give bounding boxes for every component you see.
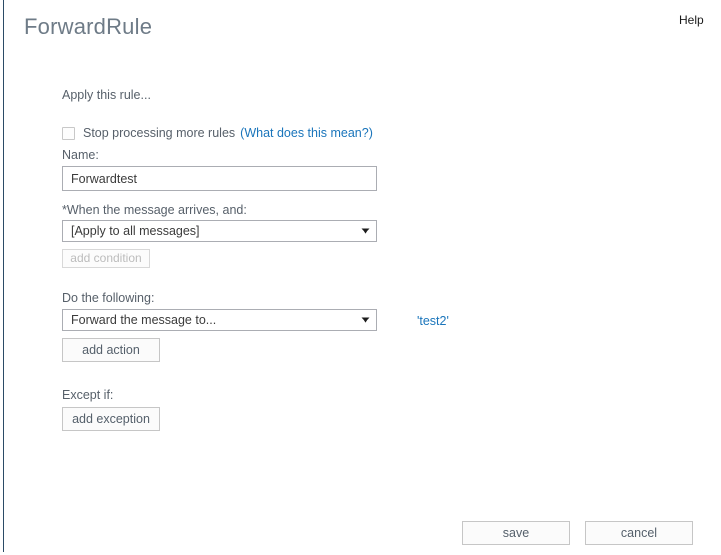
action-dropdown-value: Forward the message to...	[71, 313, 217, 327]
dialog-left-edge	[3, 0, 4, 552]
chevron-down-icon	[354, 221, 376, 241]
stop-processing-label: Stop processing more rules	[83, 126, 236, 140]
condition-dropdown-value: [Apply to all messages]	[71, 224, 200, 238]
add-exception-button[interactable]: add exception	[62, 407, 160, 431]
chevron-down-icon	[354, 310, 376, 330]
save-button[interactable]: save	[462, 521, 570, 545]
condition-label: *When the message arrives, and:	[62, 203, 247, 217]
forward-target-link[interactable]: 'test2'	[417, 314, 449, 328]
stop-processing-checkbox[interactable]	[62, 126, 75, 140]
cancel-button[interactable]: cancel	[585, 521, 693, 545]
add-condition-button[interactable]: add condition	[62, 249, 150, 268]
page-title: ForwardRule	[24, 14, 153, 39]
exception-label: Except if:	[62, 388, 114, 402]
add-action-button[interactable]: add action	[62, 338, 160, 362]
condition-dropdown[interactable]: [Apply to all messages]	[62, 220, 377, 242]
action-label: Do the following:	[62, 291, 155, 305]
name-label: Name:	[62, 148, 99, 162]
stop-processing-row[interactable]: Stop processing more rules (What does th…	[62, 126, 373, 140]
action-dropdown[interactable]: Forward the message to...	[62, 309, 377, 331]
what-does-this-mean-link[interactable]: (What does this mean?)	[240, 126, 373, 140]
help-link[interactable]: Help	[679, 13, 704, 27]
apply-rule-label: Apply this rule...	[62, 88, 151, 102]
name-input[interactable]	[62, 166, 377, 191]
